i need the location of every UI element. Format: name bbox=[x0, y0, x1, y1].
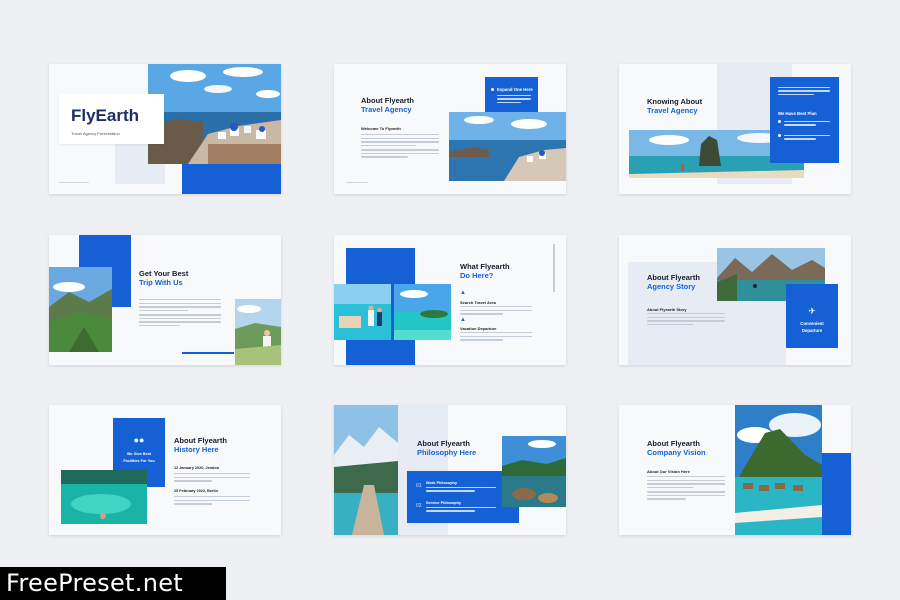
santorini-photo bbox=[148, 64, 281, 164]
search-icon: ▲ bbox=[460, 290, 466, 296]
slide-cover: FlyEarth Travel Agency Presentation bbox=[49, 64, 281, 194]
slide6-body-text bbox=[647, 313, 725, 327]
departure-label-2: Departure bbox=[801, 328, 823, 333]
resort-photo bbox=[334, 284, 391, 340]
slide-philosophy: About Flyearth Philosophy Here 01 Work P… bbox=[334, 405, 566, 535]
slide-company-vision: About Flyearth Company Vision About Our … bbox=[619, 405, 851, 535]
slide5-divider bbox=[553, 244, 555, 292]
footer-text bbox=[59, 182, 89, 183]
philosophy-text-1 bbox=[426, 487, 496, 494]
watermark: FreePreset.net bbox=[0, 567, 226, 600]
cover-title-card: FlyEarth Travel Agency Presentation bbox=[59, 94, 164, 144]
slide-agency-story: About Flyearth Agency Story About Flyear… bbox=[619, 235, 851, 365]
slide3-title-blue: Travel Agency bbox=[647, 106, 698, 115]
history-date-2: 25 February 2022, Berlin bbox=[174, 489, 218, 493]
bora-bora-photo bbox=[735, 405, 822, 535]
santorini-photo-2 bbox=[449, 112, 566, 181]
slide5-item-2-text bbox=[460, 332, 532, 343]
slide2-body-text bbox=[361, 134, 439, 160]
slide-history: ●● We Give Best Facilities For You About… bbox=[49, 405, 281, 535]
footer-line bbox=[346, 182, 368, 183]
slide4-body-text bbox=[139, 299, 221, 328]
slide-about-travel-agency: About Flyearth Travel Agency Welcome To … bbox=[334, 64, 566, 194]
slide5-item-2: Vacation Departure bbox=[460, 326, 497, 331]
slide-knowing-about: Knowing About Travel Agency We Have Best… bbox=[619, 64, 851, 194]
slide4-title-blue: Trip With Us bbox=[139, 278, 183, 287]
brand-title: FlyEarth bbox=[71, 106, 140, 125]
lagoon-photo bbox=[394, 284, 451, 340]
philosophy-item-2: Service Philosophy bbox=[426, 501, 462, 505]
slide9-body-text bbox=[647, 476, 725, 502]
slide5-item-1-text bbox=[460, 306, 532, 317]
mountain-lake-photo bbox=[334, 405, 398, 535]
slide3-info-box: We Have Best Plan bbox=[770, 77, 839, 163]
turquoise-lake-photo bbox=[61, 470, 147, 524]
slide-what-flyearth-do: What Flyearth Do Here? ▲ Search Travel A… bbox=[334, 235, 566, 365]
history-date-1: 12 January 2020, Jeraton bbox=[174, 466, 220, 470]
facilities-label-2: Facilities For You bbox=[123, 459, 155, 463]
philosophy-num-2: 02 bbox=[416, 503, 422, 509]
slide6-departure-box: ✈ Convenient Departure bbox=[786, 284, 838, 348]
history-text-2 bbox=[174, 496, 250, 507]
cover-blue-block bbox=[182, 164, 281, 194]
slide6-sub: About Flyearth Story bbox=[647, 307, 687, 312]
slide8-title-blue: Philosophy Here bbox=[417, 448, 477, 457]
airplane-icon: ✈ bbox=[808, 306, 816, 316]
slide2-title-blue: Travel Agency bbox=[361, 105, 412, 114]
slide7-title-blue: History Here bbox=[174, 445, 219, 454]
facilities-label-1: We Give Best bbox=[126, 452, 152, 456]
philosophy-text-2 bbox=[426, 507, 496, 514]
philosophy-num-1: 01 bbox=[416, 483, 422, 489]
box-item-1: Expand One Here bbox=[497, 87, 533, 92]
slide2-welcome: Welcome To Flyearth bbox=[361, 126, 401, 131]
slide5-title-blue: Do Here? bbox=[460, 271, 494, 280]
plane-icon: ▲ bbox=[460, 317, 466, 323]
people-icon: ●● bbox=[133, 435, 145, 445]
slide4-underline bbox=[182, 352, 234, 354]
slide-best-trip: Get Your Best Trip With Us bbox=[49, 235, 281, 365]
slide9-sub: About Our Vision Here bbox=[647, 469, 690, 474]
coral-reef-photo bbox=[502, 436, 566, 507]
slide9-title-blue: Company Vision bbox=[647, 448, 706, 457]
slide5-item-1: Search Travel Area bbox=[460, 300, 496, 305]
cover-subtitle: Travel Agency Presentation bbox=[71, 131, 120, 136]
slide6-title-blue: Agency Story bbox=[647, 282, 696, 291]
philosophy-item-1: Work Philosophy bbox=[426, 481, 457, 485]
best-plan-label: We Have Best Plan bbox=[778, 111, 817, 116]
mountain-photo bbox=[49, 267, 112, 352]
history-text-1 bbox=[174, 473, 250, 484]
departure-label-1: Convenient bbox=[800, 321, 824, 326]
template-preview-grid: FlyEarth Travel Agency Presentation Abou… bbox=[0, 0, 900, 600]
traveler-photo bbox=[235, 299, 281, 365]
